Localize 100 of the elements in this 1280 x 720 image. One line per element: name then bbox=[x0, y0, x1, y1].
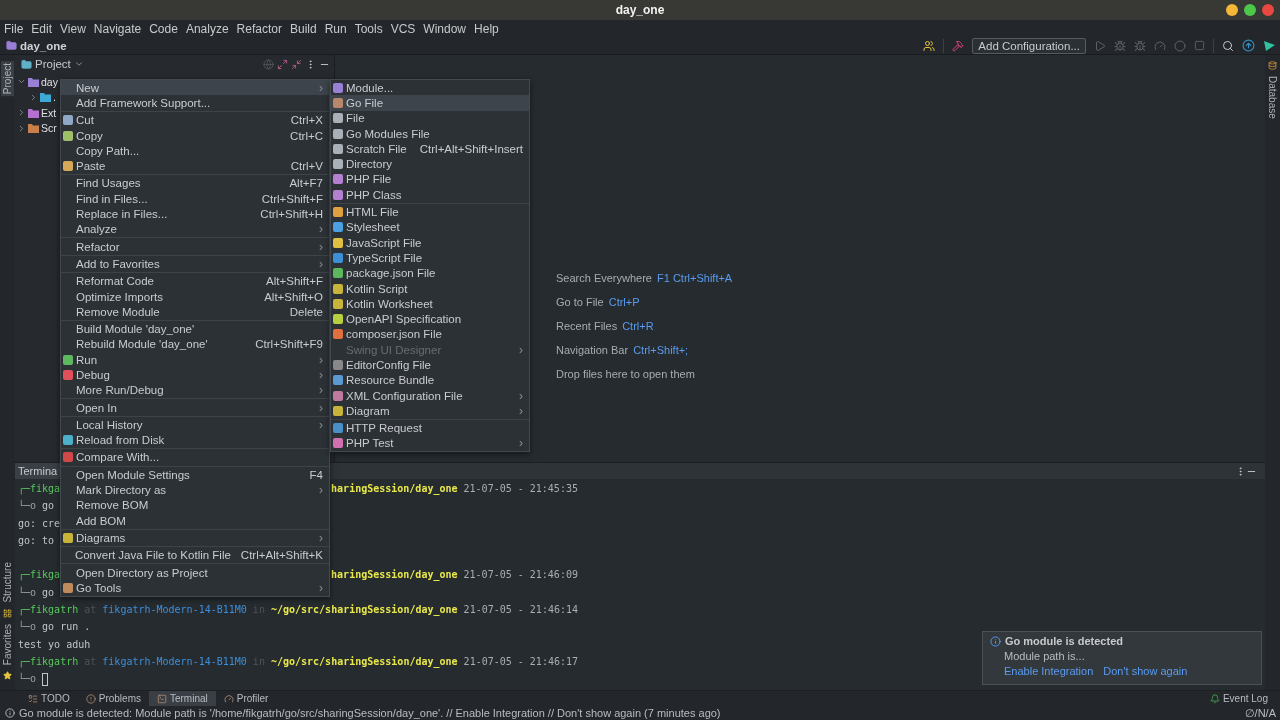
menu-item[interactable]: Find in Files... Ctrl+Shift+F bbox=[61, 191, 329, 207]
menubar-item[interactable]: Refactor bbox=[236, 21, 282, 36]
menubar-item[interactable]: Window bbox=[423, 21, 467, 36]
tool-window-tab[interactable]: Favorites bbox=[1, 621, 14, 667]
tool-tab[interactable]: TODO bbox=[20, 691, 78, 706]
menu-item[interactable]: Add to Favorites › bbox=[61, 256, 329, 272]
menu-item[interactable]: Open Directory as Project bbox=[61, 564, 329, 581]
menu-item[interactable]: Add Framework Support... bbox=[61, 95, 329, 111]
tree-item[interactable]: day bbox=[41, 75, 58, 88]
menu-item[interactable]: Run › bbox=[61, 352, 329, 368]
debug-icon[interactable] bbox=[1114, 39, 1126, 52]
menu-item[interactable]: Refactor › bbox=[61, 238, 329, 255]
menu-item[interactable]: Scratch File Ctrl+Alt+Shift+Insert bbox=[331, 141, 529, 157]
menu-item[interactable]: Find Usages Alt+F7 bbox=[61, 175, 329, 192]
menu-item[interactable]: Convert Java File to Kotlin File Ctrl+Alt+Shift+K bbox=[61, 547, 329, 563]
menu-item[interactable]: Compare With... bbox=[61, 449, 329, 466]
close-button[interactable] bbox=[1262, 4, 1274, 16]
menu-item[interactable]: composer.json File bbox=[331, 326, 529, 343]
menu-item[interactable]: Build Module 'day_one' bbox=[61, 321, 329, 337]
menu-item[interactable]: Optimize Imports Alt+Shift+O bbox=[61, 288, 329, 305]
add-configuration-button[interactable]: Add Configuration... bbox=[972, 37, 1086, 54]
menu-item[interactable]: TypeScript File bbox=[331, 250, 529, 266]
notification-link[interactable]: Don't show again bbox=[1103, 665, 1188, 677]
maximize-button[interactable] bbox=[1244, 4, 1256, 16]
menu-item[interactable]: Analyze › bbox=[61, 221, 329, 237]
tree-item[interactable]: . bbox=[53, 91, 56, 104]
bug-icon[interactable] bbox=[1134, 39, 1146, 52]
expand-icon[interactable] bbox=[277, 58, 288, 70]
menubar-item[interactable]: Tools bbox=[354, 21, 383, 36]
menubar-item[interactable]: Run bbox=[324, 21, 347, 36]
menu-item[interactable]: Paste Ctrl+V bbox=[61, 158, 329, 174]
menu-item[interactable]: Go Modules File bbox=[331, 125, 529, 142]
tool-window-tab[interactable]: Structure bbox=[1, 560, 14, 605]
menu-item[interactable]: Reformat Code Alt+Shift+F bbox=[61, 273, 329, 289]
menubar-item[interactable]: Build bbox=[289, 21, 317, 36]
menu-item[interactable]: PHP File bbox=[331, 171, 529, 188]
menu-item[interactable]: Mark Directory as › bbox=[61, 482, 329, 498]
menu-item[interactable]: Local History › bbox=[61, 417, 329, 433]
menu-item[interactable]: JavaScript File bbox=[331, 234, 529, 251]
menu-item[interactable]: PHP Test › bbox=[331, 435, 529, 452]
menu-item[interactable]: Diagrams › bbox=[61, 530, 329, 546]
run-icon[interactable] bbox=[1094, 39, 1106, 52]
menu-item[interactable]: Go Tools › bbox=[61, 580, 329, 596]
menu-item[interactable]: New › bbox=[61, 80, 329, 96]
menu-item[interactable]: Open In › bbox=[61, 399, 329, 416]
tool-tab[interactable]: Problems bbox=[77, 691, 149, 706]
menu-item[interactable]: Remove Module Delete bbox=[61, 304, 329, 320]
search-icon[interactable] bbox=[1222, 39, 1234, 52]
stop-icon[interactable] bbox=[1194, 40, 1205, 51]
menubar-item[interactable]: Help bbox=[474, 21, 499, 36]
menu-item[interactable]: Stylesheet bbox=[331, 219, 529, 235]
hammer-icon[interactable] bbox=[952, 39, 965, 52]
menu-item[interactable]: Module... bbox=[331, 80, 529, 96]
menu-item[interactable]: Open Module Settings F4 bbox=[61, 467, 329, 483]
tool-tab[interactable]: Terminal bbox=[148, 691, 216, 706]
menu-item[interactable]: HTTP Request bbox=[331, 420, 529, 436]
menubar-item[interactable]: Analyze bbox=[185, 21, 229, 36]
menubar-item[interactable]: Edit bbox=[31, 21, 53, 36]
gauge-icon[interactable] bbox=[1154, 39, 1166, 52]
menu-item[interactable]: Go File bbox=[331, 95, 529, 111]
tree-item[interactable]: Ext bbox=[41, 106, 57, 119]
tool-tab[interactable]: Profiler bbox=[215, 691, 277, 706]
panel-title[interactable]: Project bbox=[35, 58, 71, 70]
menu-item[interactable]: XML Configuration File › bbox=[331, 387, 529, 404]
logo-icon[interactable] bbox=[1263, 39, 1276, 52]
tool-window-tab[interactable]: Project bbox=[1, 61, 14, 97]
collapse-icon[interactable] bbox=[291, 58, 302, 70]
globe-icon[interactable] bbox=[263, 58, 274, 70]
tool-window-tab[interactable]: Database bbox=[1266, 74, 1279, 121]
menu-item[interactable]: File bbox=[331, 110, 529, 126]
menu-item[interactable]: Rebuild Module 'day_one' Ctrl+Shift+F9 bbox=[61, 336, 329, 353]
menu-item[interactable]: PHP Class bbox=[331, 187, 529, 203]
breadcrumb[interactable]: day_one bbox=[20, 39, 67, 52]
update-icon[interactable] bbox=[1242, 39, 1255, 52]
menu-item[interactable]: Remove BOM bbox=[61, 497, 329, 513]
menu-item[interactable]: Resource Bundle bbox=[331, 372, 529, 388]
menu-item[interactable]: Cut Ctrl+X bbox=[61, 112, 329, 128]
circle-icon[interactable] bbox=[1174, 39, 1186, 52]
menubar-item[interactable]: View bbox=[60, 21, 86, 36]
menu-item[interactable]: Kotlin Script bbox=[331, 280, 529, 297]
menu-item[interactable]: Copy Path... bbox=[61, 143, 329, 159]
menu-item[interactable]: OpenAPI Specification bbox=[331, 311, 529, 327]
users-icon[interactable] bbox=[923, 39, 936, 52]
menu-item[interactable]: package.json File bbox=[331, 265, 529, 281]
menu-item[interactable]: Copy Ctrl+C bbox=[61, 127, 329, 144]
menu-item[interactable]: Directory bbox=[331, 156, 529, 172]
menu-item[interactable]: Debug › bbox=[61, 367, 329, 383]
event-log-button[interactable]: Event Log bbox=[1203, 691, 1274, 706]
menubar-item[interactable]: VCS bbox=[390, 21, 416, 36]
minimize-button[interactable] bbox=[1226, 4, 1238, 16]
menu-item[interactable]: HTML File bbox=[331, 204, 529, 220]
menubar-item[interactable]: Code bbox=[149, 21, 178, 36]
menu-item[interactable]: Replace in Files... Ctrl+Shift+H bbox=[61, 206, 329, 222]
tree-item[interactable]: Scr bbox=[41, 122, 57, 135]
menu-item[interactable]: Add BOM bbox=[61, 513, 329, 529]
menu-item[interactable]: Diagram › bbox=[331, 403, 529, 419]
menubar-item[interactable]: Navigate bbox=[93, 21, 142, 36]
notification-link[interactable]: Enable Integration bbox=[1004, 665, 1094, 677]
menubar-item[interactable]: File bbox=[4, 21, 24, 36]
menu-item[interactable]: EditorConfig File bbox=[331, 357, 529, 373]
